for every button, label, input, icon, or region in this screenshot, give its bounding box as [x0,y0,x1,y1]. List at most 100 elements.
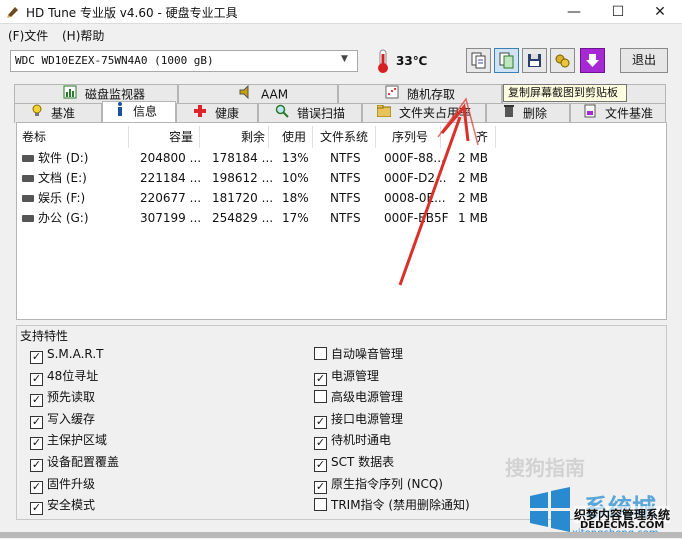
maximize-button[interactable]: ☐ [598,0,638,24]
copy-screenshot-button[interactable] [494,48,519,73]
menu-file[interactable]: (F)文件 [8,27,48,44]
tab-label: 磁盘监视器 [85,87,146,102]
checkmark-icon[interactable]: ✓ [314,459,327,472]
feature-label: 写入缓存 [47,411,96,426]
download-button[interactable] [580,48,605,73]
checkmark-icon[interactable]: ✓ [30,372,43,386]
feature-label: 待机时通电 [331,433,392,448]
options-button[interactable] [550,48,575,73]
table-row[interactable]: 文档 (E:) [22,168,87,188]
site-watermark: 系统城 织梦内容管理系统 DEDECMS.COM xitongcheng.com [520,482,682,539]
hdtune-logo-icon [7,7,18,18]
tab-error-scan[interactable]: 错误扫描 [258,103,362,123]
features-title: 支持特性 [20,329,69,343]
feature-label: 电源管理 [331,368,380,383]
feature-label: TRIM指令 (禁用删除通知) [331,498,470,513]
speaker-icon [239,84,253,105]
copy-screenshot-icon [499,52,514,69]
checkmark-icon[interactable]: ✓ [30,437,43,451]
checkmark-icon[interactable]: ✓ [314,480,327,494]
download-icon [586,54,599,67]
bottom-strip [0,532,682,538]
tab-file-benchmark[interactable]: 文件基准 [570,103,666,123]
table-row[interactable]: 办公 (G:) [22,208,89,228]
red-cross-icon [193,104,207,124]
feature-checkbox[interactable]: ✓ 待机时通电 [314,431,392,451]
feature-label: 接口电源管理 [331,411,404,426]
tab-health[interactable]: 健康 [176,103,258,123]
feature-checkbox[interactable]: ✓ 电源管理 [314,367,380,386]
feature-checkbox[interactable]: TRIM指令 (禁用删除通知) [314,496,470,514]
feature-label: 安全模式 [47,498,96,513]
empty-checkbox-icon[interactable] [314,498,327,512]
checkmark-icon[interactable]: ✓ [314,415,327,429]
checkmark-icon[interactable]: ✓ [30,351,43,364]
feature-checkbox[interactable]: ✓ 接口电源管理 [314,410,404,429]
checkmark-icon[interactable]: ✓ [30,415,43,429]
tab-aam[interactable]: AAM [178,84,338,104]
tab-label: 删除 [523,106,548,121]
magnifier-icon [275,104,289,124]
monitor-chart-icon [63,85,77,105]
feature-checkbox[interactable]: ✓ 设备配置覆盖 [30,453,119,472]
copy-info-button[interactable] [466,48,491,73]
checkmark-icon[interactable]: ✓ [314,372,327,386]
tab-info[interactable]: 信息 [102,101,176,123]
tab-erase[interactable]: 删除 [486,103,570,123]
table-row[interactable]: 娱乐 (F:) [22,188,85,208]
save-icon [528,54,541,67]
feature-checkbox[interactable]: ✓ 安全模式 [30,496,96,516]
copy-info-icon [471,52,486,69]
checkmark-icon[interactable]: ✓ [314,437,327,451]
window-title: HD Tune 专业版 v4.60 - 硬盘专业工具 [26,6,238,20]
minimize-button[interactable]: — [554,0,594,24]
thermometer-icon [378,49,388,73]
file-benchmark-icon [583,104,597,124]
feature-label: S.M.A.R.T [47,347,104,361]
annotation-arrow [398,97,479,286]
checkmark-icon[interactable]: ✓ [30,394,43,408]
tab-benchmark[interactable]: 基准 [14,103,102,123]
tab-label: 基准 [51,106,76,121]
column-header[interactable]: 容量 [169,126,193,148]
feature-checkbox[interactable]: ✓ 48位寻址 [30,367,99,386]
feature-label: 自动噪音管理 [331,347,404,361]
temperature-readout: 33℃ [396,54,428,68]
feature-checkbox[interactable]: ✓ 原生指令序列 (NCQ) [314,475,443,494]
tab-label: 文件基准 [605,106,654,121]
checkmark-icon[interactable]: ✓ [30,459,43,472]
column-header[interactable]: 使用 [282,126,306,148]
empty-checkbox-icon[interactable] [314,347,327,360]
column-header[interactable]: 文件系统 [320,126,368,148]
menu-help[interactable]: (H)帮助 [62,27,104,44]
feature-checkbox[interactable]: ✓ SCT 数据表 [314,453,394,472]
feature-label: 48位寻址 [47,368,99,383]
empty-checkbox-icon[interactable] [314,390,327,404]
save-button[interactable] [522,48,547,73]
checkmark-icon[interactable]: ✓ [30,480,43,494]
tab-label: AAM [261,87,289,102]
checkmark-icon[interactable]: ✓ [30,502,43,516]
exit-button[interactable]: 退出 [620,48,668,73]
feature-checkbox[interactable]: ✓ 固件升级 [30,475,96,494]
drive-icon [22,215,34,222]
feature-checkbox[interactable]: ✓ 预先读取 [30,388,96,408]
drive-icon [22,195,34,202]
column-header[interactable]: 卷标 [22,126,46,148]
feature-checkbox[interactable]: 高级电源管理 [314,388,403,406]
column-header[interactable]: 剩余 [241,126,265,148]
info-icon [115,102,125,122]
feature-checkbox[interactable]: ✓ 主保护区域 [30,431,107,451]
table-row[interactable]: 软件 (D:) [22,148,88,168]
feature-checkbox[interactable]: ✓ 写入缓存 [30,410,96,429]
feature-checkbox[interactable]: 自动噪音管理 [314,345,403,363]
feature-label: 固件升级 [47,476,96,491]
options-icon [555,54,570,68]
trash-icon [503,104,515,124]
tooltip: 复制屏幕截图到剪贴板 [503,84,627,102]
feature-checkbox[interactable]: ✓ S.M.A.R.T [30,345,104,364]
chevron-down-icon[interactable]: ▼ [341,54,348,64]
drive-select[interactable]: WDC WD10EZEX-75WN4A0 (1000 gB) [10,50,358,72]
close-button[interactable]: ✕ [640,0,680,24]
feature-label: 预先读取 [47,390,96,405]
